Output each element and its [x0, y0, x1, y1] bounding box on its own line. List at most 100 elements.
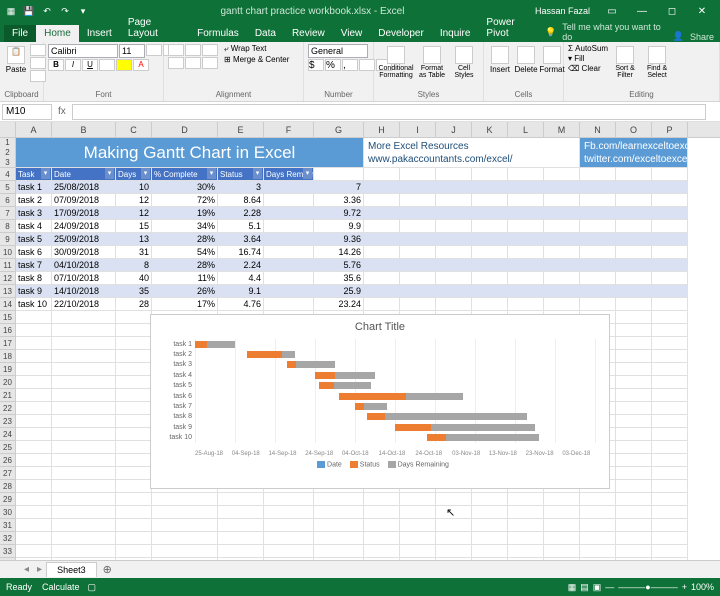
fill-color-button[interactable]: [116, 59, 132, 71]
cell[interactable]: [116, 493, 152, 506]
cell[interactable]: [580, 519, 616, 532]
cell[interactable]: [16, 467, 52, 480]
cell[interactable]: [508, 558, 544, 560]
cell[interactable]: [436, 207, 472, 220]
cell[interactable]: [616, 402, 652, 415]
cell[interactable]: [116, 558, 152, 560]
cell[interactable]: [544, 558, 580, 560]
row-header[interactable]: 4: [0, 168, 16, 181]
table-header[interactable]: Date: [52, 168, 116, 181]
cell[interactable]: [52, 376, 116, 389]
row-header[interactable]: 13: [0, 285, 16, 298]
cell[interactable]: [472, 506, 508, 519]
row-header[interactable]: 23: [0, 415, 16, 428]
chart-bar-remaining[interactable]: [282, 351, 295, 358]
cell[interactable]: [544, 207, 580, 220]
ribbon-options-icon[interactable]: ▭: [598, 1, 626, 21]
cell[interactable]: [652, 350, 688, 363]
cell[interactable]: [652, 376, 688, 389]
cell[interactable]: [364, 506, 400, 519]
cell[interactable]: [652, 480, 688, 493]
cell[interactable]: 11%: [152, 272, 218, 285]
cell[interactable]: [436, 220, 472, 233]
cell[interactable]: 16.74: [218, 246, 264, 259]
gantt-chart[interactable]: Chart Title task 1task 2task 3task 4task…: [150, 314, 610, 489]
cell[interactable]: [508, 233, 544, 246]
cell[interactable]: [436, 168, 472, 181]
tab-data[interactable]: Data: [247, 25, 284, 42]
cell[interactable]: [544, 181, 580, 194]
cell[interactable]: [652, 402, 688, 415]
share-icon[interactable]: 👤: [673, 31, 684, 42]
cell[interactable]: [616, 181, 652, 194]
cell[interactable]: [616, 389, 652, 402]
cell[interactable]: [436, 181, 472, 194]
cell[interactable]: [116, 311, 152, 324]
formula-bar[interactable]: [72, 104, 706, 120]
cell[interactable]: [116, 519, 152, 532]
cell[interactable]: [400, 272, 436, 285]
row-header[interactable]: 6: [0, 194, 16, 207]
cell[interactable]: [116, 402, 152, 415]
chart-bar-status[interactable]: [319, 382, 334, 389]
cell[interactable]: [264, 233, 314, 246]
cell[interactable]: [314, 168, 364, 181]
table-header[interactable]: Days: [116, 168, 152, 181]
cell[interactable]: 14.26: [314, 246, 364, 259]
cell[interactable]: 12: [116, 207, 152, 220]
cell[interactable]: [364, 545, 400, 558]
col-header[interactable]: J: [436, 122, 472, 137]
cell-styles-button[interactable]: Cell Styles: [450, 44, 478, 82]
cell[interactable]: 14/10/2018: [52, 285, 116, 298]
cell[interactable]: 35: [116, 285, 152, 298]
cell[interactable]: [264, 558, 314, 560]
cell[interactable]: [264, 545, 314, 558]
cell[interactable]: [314, 558, 364, 560]
cell[interactable]: [616, 194, 652, 207]
align-center-button[interactable]: [185, 57, 201, 69]
row-header[interactable]: 32: [0, 532, 16, 545]
cell[interactable]: [652, 363, 688, 376]
cell[interactable]: 34%: [152, 220, 218, 233]
cell[interactable]: [52, 402, 116, 415]
tab-developer[interactable]: Developer: [370, 25, 432, 42]
cell[interactable]: [16, 376, 52, 389]
cell[interactable]: [616, 415, 652, 428]
cell[interactable]: [436, 246, 472, 259]
percent-button[interactable]: %: [325, 59, 341, 71]
cell[interactable]: 13: [116, 233, 152, 246]
cell[interactable]: [436, 259, 472, 272]
cell[interactable]: [472, 233, 508, 246]
cell[interactable]: [52, 311, 116, 324]
cell[interactable]: [544, 233, 580, 246]
cell[interactable]: [264, 181, 314, 194]
font-size-select[interactable]: [119, 44, 145, 58]
cell[interactable]: [16, 558, 52, 560]
cell[interactable]: [508, 532, 544, 545]
chart-legend[interactable]: Date Status Days Remaining: [151, 457, 609, 472]
cell[interactable]: [652, 168, 688, 181]
clear-button[interactable]: ⌫ Clear: [568, 64, 608, 73]
cell[interactable]: [16, 311, 52, 324]
wrap-text-button[interactable]: ⤶ Wrap Text: [224, 44, 289, 54]
view-layout-icon[interactable]: ▤: [580, 582, 589, 593]
cell[interactable]: 54%: [152, 246, 218, 259]
cell[interactable]: [400, 298, 436, 311]
cell[interactable]: [508, 220, 544, 233]
cell[interactable]: [652, 428, 688, 441]
cell[interactable]: [616, 259, 652, 272]
cell[interactable]: 23.24: [314, 298, 364, 311]
cell[interactable]: [52, 519, 116, 532]
cell[interactable]: [580, 168, 616, 181]
cell[interactable]: [616, 467, 652, 480]
cell[interactable]: [616, 506, 652, 519]
cell[interactable]: [400, 181, 436, 194]
cell[interactable]: [616, 441, 652, 454]
italic-button[interactable]: I: [65, 59, 81, 71]
cell[interactable]: [152, 519, 218, 532]
cell[interactable]: [580, 532, 616, 545]
cell[interactable]: 2.28: [218, 207, 264, 220]
chart-bar-remaining[interactable]: [335, 372, 375, 379]
row-header[interactable]: 20: [0, 376, 16, 389]
cell[interactable]: [544, 246, 580, 259]
